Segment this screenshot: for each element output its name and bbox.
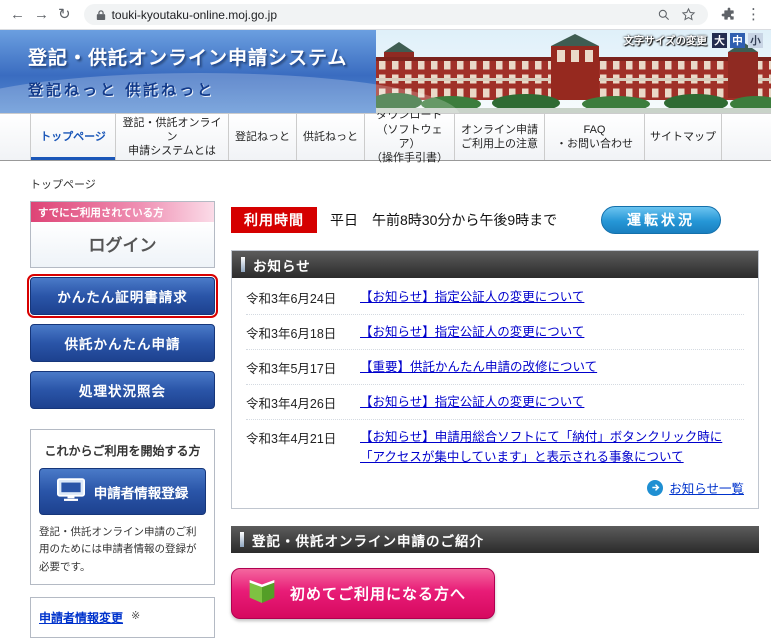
- news-link[interactable]: 【重要】供託かんたん申請の改修について: [360, 357, 597, 377]
- login-box: すでにご利用されている方 ログイン: [30, 201, 215, 268]
- news-link[interactable]: 【お知らせ】申請用総合ソフトにて「納付」ボタンクリック時に「アクセスが集中してい…: [360, 427, 744, 467]
- arrow-right-icon: [647, 480, 663, 496]
- computer-icon: [57, 478, 85, 505]
- font-size-medium-button[interactable]: 中: [730, 33, 745, 48]
- news-date: 令和3年4月21日: [246, 427, 346, 447]
- tab-top-page[interactable]: トップページ: [30, 114, 116, 160]
- applicant-info-change-link[interactable]: 申請者情報変更: [39, 609, 123, 626]
- tab-touki-net[interactable]: 登記ねっと: [229, 114, 297, 160]
- back-icon[interactable]: ←: [10, 7, 25, 22]
- font-size-controls: 文字サイズの変更 大 中 小: [623, 33, 763, 48]
- easy-certificate-request-button[interactable]: かんたん証明書請求: [30, 277, 215, 315]
- register-heading: これからご利用を開始する方: [39, 442, 206, 459]
- news-date: 令和3年4月26日: [246, 392, 346, 412]
- address-bar[interactable]: touki-kyoutaku-online.moj.go.jp: [84, 4, 708, 25]
- extensions-puzzle-icon[interactable]: [721, 7, 737, 23]
- news-row: 令和3年4月26日 【お知らせ】指定公証人の変更について: [246, 385, 744, 420]
- news-date: 令和3年5月17日: [246, 357, 346, 377]
- news-row: 令和3年4月21日 【お知らせ】申請用総合ソフトにて「納付」ボタンクリック時に「…: [246, 420, 744, 474]
- news-row: 令和3年5月17日 【重要】供託かんたん申請の改修について: [246, 350, 744, 385]
- first-time-users-label: 初めてご利用になる方へ: [290, 583, 466, 604]
- deposit-easy-application-button[interactable]: 供託かんたん申請: [30, 324, 215, 362]
- intro-section-heading: 登記・供託オンライン申請のご紹介: [231, 526, 759, 553]
- news-link[interactable]: 【お知らせ】指定公証人の変更について: [360, 392, 584, 412]
- breadcrumb: トップページ: [30, 176, 771, 192]
- forward-icon[interactable]: →: [34, 7, 49, 22]
- processing-status-button[interactable]: 処理状況照会: [30, 371, 215, 409]
- browser-menu-icon[interactable]: ⋮: [746, 7, 761, 22]
- tab-faq-contact[interactable]: FAQ ・お問い合わせ: [545, 114, 645, 160]
- site-header: 登記・供託オンライン申請システム 登記ねっと 供託ねっと 文字サイズの変更 大 …: [0, 30, 771, 113]
- site-title: 登記・供託オンライン申請システム: [28, 43, 347, 70]
- sidebar: すでにご利用されている方 ログイン かんたん証明書請求 供託かんたん申請 処理状…: [30, 201, 215, 638]
- news-link[interactable]: 【お知らせ】指定公証人の変更について: [360, 287, 584, 307]
- news-list-all-label: お知らせ一覧: [669, 478, 744, 497]
- news-date: 令和3年6月18日: [246, 322, 346, 342]
- news-row: 令和3年6月18日 【お知らせ】指定公証人の変更について: [246, 315, 744, 350]
- operation-status-button[interactable]: 運転状況: [601, 206, 721, 234]
- first-time-users-button[interactable]: 初めてご利用になる方へ: [231, 568, 495, 619]
- url-text: touki-kyoutaku-online.moj.go.jp: [112, 8, 651, 22]
- main-navigation: トップページ 登記・供託オンライン 申請システムとは 登記ねっと 供託ねっと ダ…: [0, 113, 771, 161]
- news-section-heading: お知らせ: [232, 251, 758, 278]
- applicant-registration-label: 申請者情報登録: [94, 482, 189, 502]
- note-asterisk: ※: [131, 609, 140, 622]
- register-note: 登記・供託オンライン申請のご利用のためには申請者情報の登録が必要です。: [39, 524, 206, 576]
- lock-icon: [96, 9, 106, 21]
- news-list: 令和3年6月24日 【お知らせ】指定公証人の変更について 令和3年6月18日 【…: [232, 278, 758, 476]
- change-info-box: 申請者情報変更 ※: [30, 597, 215, 638]
- news-date: 令和3年6月24日: [246, 287, 346, 307]
- tab-kyoutaku-net[interactable]: 供託ねっと: [297, 114, 365, 160]
- tab-about-system[interactable]: 登記・供託オンライン 申請システムとは: [116, 114, 229, 160]
- news-list-all-link[interactable]: お知らせ一覧: [232, 476, 758, 508]
- site-subtitle: 登記ねっと 供託ねっと: [28, 79, 347, 100]
- applicant-registration-button[interactable]: 申請者情報登録: [39, 468, 206, 515]
- tab-online-caution[interactable]: オンライン申請 ご利用上の注意: [455, 114, 545, 160]
- service-hours-badge: 利用時間: [231, 207, 317, 233]
- refresh-icon[interactable]: ↻: [58, 7, 71, 22]
- tab-sitemap[interactable]: サイトマップ: [645, 114, 722, 160]
- service-hours-row: 利用時間 平日 午前8時30分から午後9時まで 運転状況: [231, 206, 759, 234]
- login-title: ログイン: [31, 222, 214, 267]
- main-column: 利用時間 平日 午前8時30分から午後9時まで 運転状況 お知らせ 令和3年6月…: [231, 201, 759, 619]
- green-book-icon: [247, 578, 277, 609]
- page-content: すでにご利用されている方 ログイン かんたん証明書請求 供託かんたん申請 処理状…: [0, 201, 771, 638]
- service-hours-text: 平日 午前8時30分から午後9時まで: [330, 210, 557, 230]
- font-size-label: 文字サイズの変更: [623, 33, 707, 48]
- tab-download[interactable]: ダウンロード （ソフトウェア） （操作手引書）: [365, 114, 455, 160]
- bookmark-star-icon[interactable]: [681, 7, 696, 22]
- news-box: お知らせ 令和3年6月24日 【お知らせ】指定公証人の変更について 令和3年6月…: [231, 250, 759, 509]
- zoom-icon[interactable]: [657, 8, 671, 22]
- news-link[interactable]: 【お知らせ】指定公証人の変更について: [360, 322, 584, 342]
- browser-toolbar: ← → ↻ touki-kyoutaku-online.moj.go.jp ⋮: [0, 0, 771, 30]
- font-size-small-button[interactable]: 小: [748, 33, 763, 48]
- font-size-large-button[interactable]: 大: [712, 33, 727, 48]
- login-band-label: すでにご利用されている方: [31, 202, 214, 222]
- register-box: これからご利用を開始する方 申請者情報登録 登記・供託オンライン申請のご利用のた…: [30, 429, 215, 585]
- news-row: 令和3年6月24日 【お知らせ】指定公証人の変更について: [246, 280, 744, 315]
